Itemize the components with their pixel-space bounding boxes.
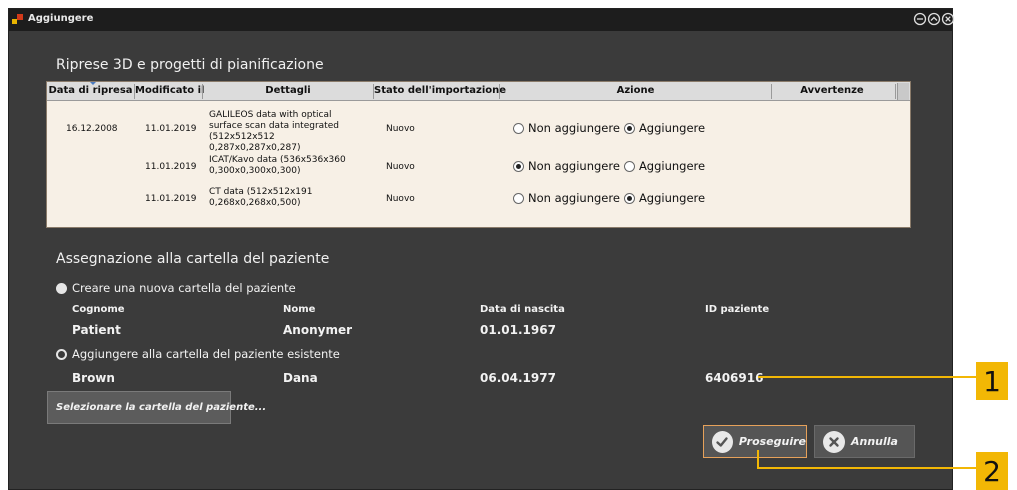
row2-radio-add[interactable] [623, 160, 635, 172]
column-header-import-status[interactable]: Stato dell'importazione [374, 85, 506, 96]
row3-modified: 11.01.2019 [145, 194, 197, 204]
row1-radio-not-add[interactable] [513, 122, 524, 134]
title-bar: Aggiungere [9, 9, 955, 31]
column-header-warnings[interactable]: Avvertenze [772, 85, 892, 96]
option-new-patient-file[interactable]: Creare una nuova cartella del paziente [56, 281, 296, 295]
row1-label-add: Aggiungere [638, 121, 706, 135]
existing-patient-id: 6406916 [705, 371, 764, 385]
new-patient-birthdate: 01.01.1967 [480, 323, 556, 337]
row3-radio-not-add[interactable] [513, 192, 524, 204]
scrollbar[interactable] [897, 83, 909, 100]
row3-label-add: Aggiungere [638, 191, 706, 205]
row2-modified: 11.01.2019 [145, 162, 197, 172]
minimize-icon[interactable] [913, 12, 927, 26]
table-header: Data di ripresa Modificato il Dettagli S… [47, 82, 910, 101]
row1-details: GALILEOS data with optical surface scan … [209, 110, 339, 153]
existing-patient-name: Dana [283, 371, 318, 385]
row2-radio-not-add[interactable] [513, 160, 524, 172]
row1-modified: 11.01.2019 [145, 124, 197, 134]
row1-status: Nuovo [386, 124, 415, 134]
cancel-x-icon [823, 430, 845, 453]
existing-patient-birthdate: 06.04.1977 [480, 371, 556, 385]
cancel-button[interactable]: Annulla [814, 425, 915, 458]
header-birthdate: Data di nascita [480, 304, 565, 315]
window-title: Aggiungere [28, 13, 94, 24]
row3-details: CT data (512x512x191 0,268x0,268x0,500) [209, 187, 313, 208]
callout-1-leader [758, 376, 980, 378]
option-new-label: Creare una nuova cartella del paziente [72, 281, 296, 295]
callout-2-label: 2 [976, 452, 1008, 490]
row3-label-not-add: Non aggiungere [528, 191, 620, 205]
existing-patient-surname: Brown [72, 371, 115, 385]
row1-action-radios: Non aggiungere Aggiungere [513, 121, 709, 135]
continue-button[interactable]: Proseguire [703, 425, 807, 458]
header-name: Nome [283, 304, 316, 315]
option-existing-radio[interactable] [56, 348, 67, 360]
row1-capture-date: 16.12.2008 [66, 124, 118, 134]
new-patient-surname: Patient [72, 323, 121, 337]
callout-2-leader [757, 467, 980, 469]
row2-details: ICAT/Kavo data (536x536x360 0,300x0,300x… [209, 155, 346, 176]
column-header-action[interactable]: Azione [500, 85, 771, 96]
app-logo-icon [12, 13, 24, 25]
callout-1-label: 1 [976, 362, 1008, 400]
checkmark-icon [712, 430, 733, 453]
scans-section-title: Riprese 3D e progetti di pianificazione [56, 57, 324, 73]
continue-label: Proseguire [738, 435, 806, 448]
option-new-radio[interactable] [56, 282, 67, 294]
assignment-section-title: Assegnazione alla cartella del paziente [56, 251, 330, 267]
row3-status: Nuovo [386, 194, 415, 204]
close-icon[interactable] [941, 12, 955, 26]
row2-action-radios: Non aggiungere Aggiungere [513, 159, 709, 173]
row1-radio-add[interactable] [623, 122, 635, 134]
row2-label-not-add: Non aggiungere [528, 159, 620, 173]
column-header-modified[interactable]: Modificato il [135, 85, 204, 96]
header-surname: Cognome [72, 304, 125, 315]
column-header-capture-date[interactable]: Data di ripresa [47, 85, 134, 96]
row1-label-not-add: Non aggiungere [528, 121, 620, 135]
scans-table: Data di ripresa Modificato il Dettagli S… [46, 81, 911, 228]
maximize-icon[interactable] [927, 12, 941, 26]
column-header-details[interactable]: Dettagli [203, 85, 373, 96]
row3-action-radios: Non aggiungere Aggiungere [513, 191, 709, 205]
select-patient-file-button[interactable]: Selezionare la cartella del paziente... [47, 391, 266, 424]
header-patient-id: ID paziente [705, 304, 770, 315]
row2-label-add: Aggiungere [638, 159, 706, 173]
cancel-label: Annulla [851, 435, 898, 448]
row3-radio-add[interactable] [623, 192, 635, 204]
option-existing-label: Aggiungere alla cartella del paziente es… [72, 347, 340, 361]
new-patient-name: Anonymer [283, 323, 352, 337]
row2-status: Nuovo [386, 162, 415, 172]
option-existing-patient-file[interactable]: Aggiungere alla cartella del paziente es… [56, 347, 340, 361]
